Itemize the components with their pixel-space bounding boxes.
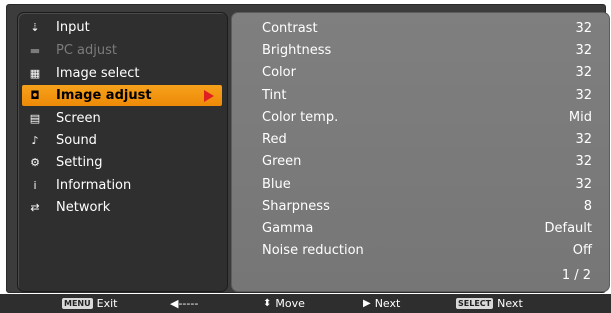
setting-row-red[interactable]: Red 32 (262, 128, 592, 150)
sidebar-item-sound[interactable]: ♪ Sound (22, 130, 222, 151)
setting-label: Red (262, 131, 287, 147)
setting-row-color[interactable]: Color 32 (262, 61, 592, 83)
sidebar-item-image-select[interactable]: ▦ Image select (22, 63, 222, 84)
updown-arrow-icon: ⬍ (263, 298, 272, 309)
select-hint: SELECT Next (456, 297, 523, 310)
setting-row-contrast[interactable]: Contrast 32 (262, 17, 592, 39)
right-arrow-icon: ▶ (363, 298, 371, 309)
setting-row-noise-reduction[interactable]: Noise reduction Off (262, 239, 592, 261)
information-icon: i (33, 179, 37, 192)
sidebar-item-label: Image adjust (56, 88, 152, 103)
sidebar-item-input[interactable]: ⇣ Input (22, 17, 222, 38)
sidebar-item-label: Network (56, 200, 111, 215)
projector-osd: ⇣ Input ▬ PC adjust ▦ Image select ◘ Ima… (0, 0, 611, 313)
exit-label: Exit (96, 297, 118, 310)
back-hint: ◀----- (170, 297, 198, 310)
screen-icon: ▤ (29, 112, 41, 125)
help-bar: MENU Exit ◀----- ⬍ Move ▶ Next SELECT Ne… (0, 294, 611, 313)
setting-value: 32 (575, 64, 592, 80)
setting-label: Color (262, 64, 296, 80)
setting-label: Noise reduction (262, 242, 364, 258)
network-icon: ⇄ (30, 201, 40, 214)
move-label: Move (275, 297, 305, 310)
input-icon: ⇣ (30, 21, 40, 34)
setting-value: Default (544, 220, 593, 236)
setting-label: Brightness (262, 42, 332, 58)
submenu-arrow-icon (204, 90, 214, 102)
setting-row-color-temp[interactable]: Color temp. Mid (262, 106, 592, 128)
sound-icon: ♪ (31, 134, 39, 147)
menu-window: ⇣ Input ▬ PC adjust ▦ Image select ◘ Ima… (6, 4, 610, 293)
setting-label: Tint (262, 87, 287, 103)
setting-row-tint[interactable]: Tint 32 (262, 84, 592, 106)
sidebar-item-image-adjust[interactable]: ◘ Image adjust (22, 85, 222, 106)
setting-value: Mid (568, 109, 592, 125)
setting-value: 32 (575, 176, 592, 192)
sidebar-item-network[interactable]: ⇄ Network (22, 197, 222, 218)
setting-value: 32 (575, 20, 592, 36)
pc-adjust-icon: ▬ (29, 44, 41, 57)
sidebar-item-information[interactable]: i Information (22, 175, 222, 196)
setting-label: Sharpness (262, 198, 330, 214)
image-adjust-icon: ◘ (30, 89, 40, 102)
setting-value: 32 (575, 87, 592, 103)
setting-icon: ⚙ (30, 156, 40, 169)
move-hint: ⬍ Move (263, 297, 305, 310)
setting-row-brightness[interactable]: Brightness 32 (262, 39, 592, 61)
setting-value: Off (572, 242, 592, 258)
select-key-badge: SELECT (456, 298, 494, 309)
sidebar-item-label: Information (56, 178, 132, 193)
next-label: Next (374, 297, 401, 310)
sidebar: ⇣ Input ▬ PC adjust ▦ Image select ◘ Ima… (17, 12, 228, 292)
setting-row-blue[interactable]: Blue 32 (262, 173, 592, 195)
sidebar-item-label: Input (56, 20, 90, 35)
sidebar-item-label: Sound (56, 133, 97, 148)
image-select-icon: ▦ (29, 67, 41, 80)
page-indicator: 1 / 2 (561, 268, 591, 283)
setting-row-sharpness[interactable]: Sharpness 8 (262, 195, 592, 217)
next-hint: ▶ Next (363, 297, 400, 310)
setting-row-gamma[interactable]: Gamma Default (262, 217, 592, 239)
setting-label: Gamma (262, 220, 314, 236)
sidebar-item-screen[interactable]: ▤ Screen (22, 108, 222, 129)
back-label: ◀----- (170, 297, 199, 310)
setting-value: 32 (575, 131, 592, 147)
menu-key-badge: MENU (62, 298, 93, 309)
exit-hint: MENU Exit (62, 297, 117, 310)
sidebar-item-pc-adjust[interactable]: ▬ PC adjust (22, 40, 222, 61)
setting-value: 32 (575, 42, 592, 58)
setting-row-green[interactable]: Green 32 (262, 150, 592, 172)
settings-panel: Contrast 32 Brightness 32 Color 32 Tint … (231, 12, 610, 292)
setting-label: Green (262, 153, 302, 169)
sidebar-item-label: Setting (56, 155, 103, 170)
sidebar-item-setting[interactable]: ⚙ Setting (22, 152, 222, 173)
setting-label: Contrast (262, 20, 318, 36)
sidebar-item-label: Screen (56, 111, 101, 126)
setting-label: Blue (262, 176, 291, 192)
setting-value: 8 (583, 198, 592, 214)
setting-label: Color temp. (262, 109, 339, 125)
setting-value: 32 (575, 153, 592, 169)
sidebar-item-label: PC adjust (56, 43, 117, 58)
select-next-label: Next (497, 297, 523, 310)
sidebar-item-label: Image select (56, 66, 140, 81)
